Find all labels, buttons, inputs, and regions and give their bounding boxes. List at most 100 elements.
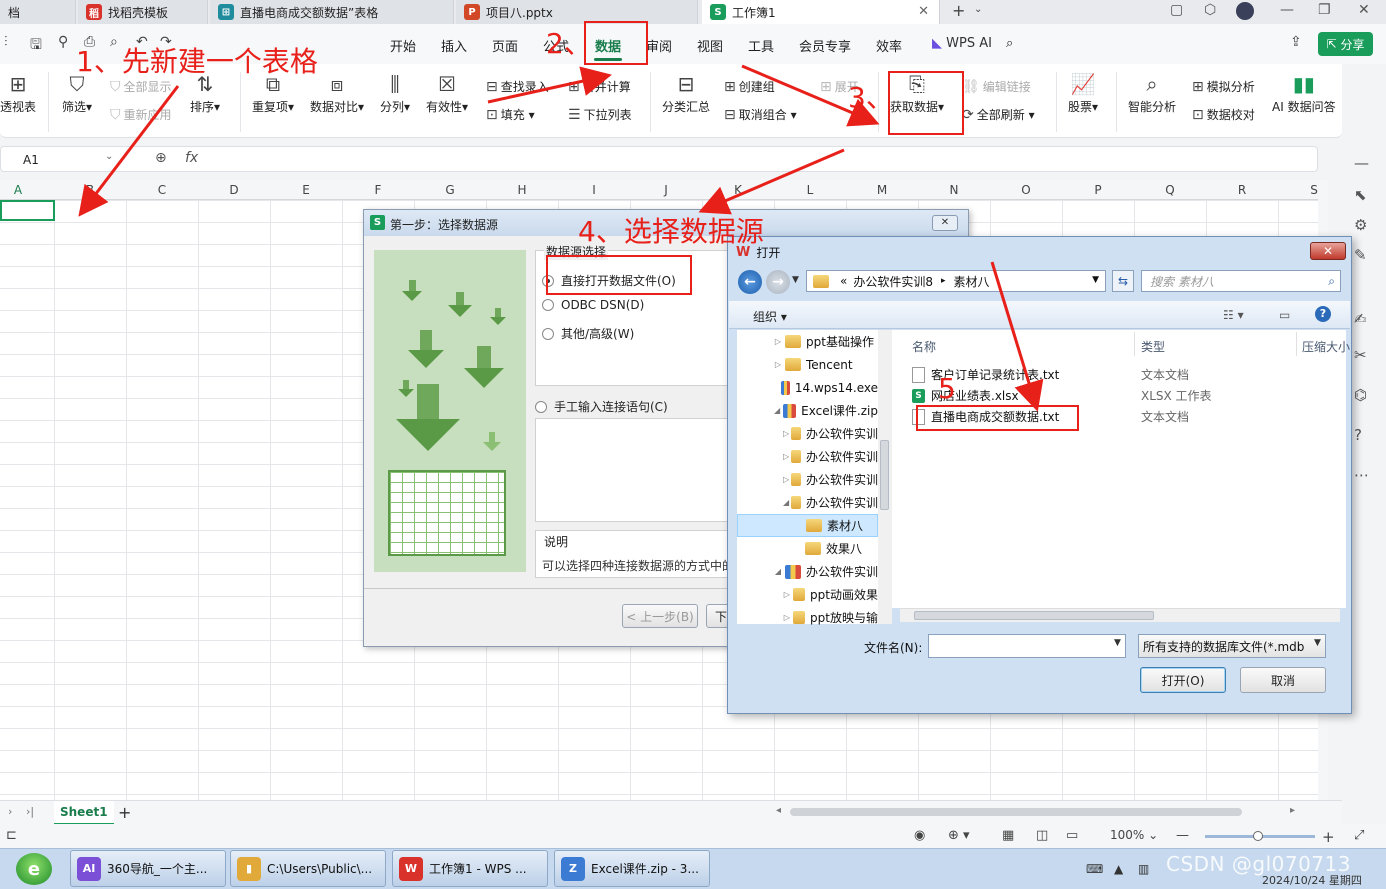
last-sheet-icon[interactable]: ›| (26, 805, 34, 818)
pointer-icon[interactable]: ⬉ (1354, 186, 1367, 204)
fullscreen-icon[interactable]: ⤢ (1354, 828, 1364, 843)
bookmark-icon[interactable]: ⌬ (1354, 386, 1367, 404)
name-box[interactable]: A1 (23, 153, 39, 167)
column-header-n[interactable]: N (918, 183, 990, 197)
tree-item[interactable]: ▷ Tencent (737, 353, 878, 376)
tab-live-sales-sheet[interactable]: ⊞ 直播电商成交额数据”表格 (210, 0, 454, 24)
scroll-thumb[interactable] (914, 611, 1154, 620)
expand-toggle-icon[interactable]: ◢ (783, 498, 789, 507)
draw-icon[interactable]: ✍ (1354, 310, 1367, 328)
tree-item[interactable]: ◢ 办公软件实训 (737, 491, 878, 514)
search-input[interactable]: 搜索 素材八 ⌕ (1141, 270, 1341, 292)
subtotal-button[interactable]: ⊟ 分类汇总 (662, 70, 710, 115)
taskbar-item[interactable]: AI 360导航_一个主... (70, 850, 226, 887)
ai-data-qa-button[interactable]: ▮▮ AI 数据问答 (1272, 70, 1336, 115)
column-header-f[interactable]: F (342, 183, 414, 197)
scroll-left-icon[interactable]: ◂ (776, 805, 781, 816)
show-all-button[interactable]: ⛉ 全部显示 (110, 78, 172, 95)
radio-manual-connection[interactable]: 手工输入连接语句(C) (535, 398, 668, 415)
cancel-button[interactable]: 取消 (1240, 667, 1326, 693)
active-cell-a1[interactable] (0, 200, 55, 221)
fx-icon[interactable]: fx (185, 150, 198, 166)
create-group-button[interactable]: ⊞ 创建组 (724, 78, 775, 95)
menu-review[interactable]: 审阅 (646, 36, 672, 55)
more-icon[interactable]: ⋯ (1354, 466, 1369, 484)
sheet-tab-sheet1[interactable]: Sheet1 (54, 801, 114, 825)
chevron-down-icon[interactable]: ▼ (1114, 638, 1121, 648)
keyboard-icon[interactable]: ⌨ (1086, 862, 1103, 876)
file-row[interactable]: S 网店业绩表.xlsx XLSX 工作表 (912, 385, 1332, 406)
column-header-g[interactable]: G (414, 183, 486, 197)
breadcrumb-item[interactable]: 素材八 (954, 273, 990, 290)
prev-step-button[interactable]: < 上一步(B) (622, 604, 698, 628)
taskbar-item[interactable]: ▮ C:\Users\Public\... (230, 850, 386, 887)
filename-input[interactable] (928, 634, 1126, 658)
column-header-l[interactable]: L (774, 183, 846, 197)
tab-workbook1[interactable]: S 工作簿1 ✕ (702, 0, 940, 24)
column-header-k[interactable]: K (702, 183, 774, 197)
data-check-button[interactable]: ⊡ 数据校对 (1192, 106, 1255, 123)
tree-item[interactable]: 素材八 (737, 514, 878, 537)
merge-calc-button[interactable]: ⊞ 合并计算 (568, 78, 631, 95)
sliders-icon[interactable]: ⚙ (1354, 216, 1367, 234)
column-type[interactable]: 类型 (1141, 338, 1165, 355)
expand-toggle-icon[interactable]: ▷ (783, 452, 789, 461)
search-icon[interactable]: ⌕ (1006, 36, 1013, 51)
stocks-button[interactable]: 📈 股票▾ (1068, 70, 1098, 115)
expand-toggle-icon[interactable]: ▷ (783, 429, 789, 438)
back-arrow-icon[interactable]: ← (738, 270, 762, 294)
ungroup-button[interactable]: ⊟ 取消组合 ▾ (724, 106, 797, 123)
file-row[interactable]: 客户订单记录统计表.txt 文本文档 (912, 364, 1332, 385)
maximize-icon[interactable]: ❐ (1318, 2, 1331, 18)
column-header-p[interactable]: P (1062, 183, 1134, 197)
tree-item[interactable]: 效果八 (737, 537, 878, 560)
column-header-r[interactable]: R (1206, 183, 1278, 197)
close-icon[interactable]: ✕ (1310, 242, 1346, 260)
menu-wps-ai[interactable]: ◣ WPS AI (932, 36, 992, 51)
simulation-button[interactable]: ⊞ 模拟分析 (1192, 78, 1255, 95)
close-icon[interactable]: ✕ (918, 4, 929, 19)
save-icon[interactable]: 🖫 (30, 34, 42, 58)
tree-item[interactable]: ▷ 办公软件实训 (737, 422, 878, 445)
reapply-button[interactable]: ⛉ 重新应用 (110, 106, 172, 123)
tree-item[interactable]: ▷ ppt动画效果 (737, 583, 878, 606)
page-view-icon[interactable]: ◫ (1036, 828, 1048, 843)
minimize-pane-icon[interactable]: — (1354, 154, 1369, 172)
cube-icon[interactable]: ⬡ (1204, 2, 1216, 18)
chevron-down-icon[interactable]: ▼ (1314, 638, 1321, 648)
restore-tabs-icon[interactable]: ▢ (1170, 2, 1183, 18)
column-header-c[interactable]: C (126, 183, 198, 197)
radio-odbc[interactable]: ODBC DSN(D) (542, 298, 644, 312)
taskbar-item[interactable]: W 工作簿1 - WPS ... (392, 850, 548, 887)
column-header-a[interactable]: A (0, 183, 36, 197)
zoom-in-icon[interactable]: + (1322, 828, 1335, 846)
expand-toggle-icon[interactable]: ▷ (773, 360, 783, 369)
horizontal-scrollbar[interactable] (790, 808, 1242, 816)
column-header-s[interactable]: S (1278, 183, 1350, 197)
tree-item[interactable]: 14.wps14.exe (737, 376, 878, 399)
breadcrumb-item[interactable]: 办公软件实训8 (853, 273, 933, 290)
expand-toggle-icon[interactable]: ▷ (783, 613, 791, 622)
menu-member[interactable]: 会员专享 (799, 36, 851, 55)
chevron-down-icon[interactable]: ▼ (1092, 275, 1099, 285)
tab-docer-templates[interactable]: 稻 找稻壳模板 (78, 0, 208, 24)
chevron-down-icon[interactable]: ▼ (792, 275, 799, 285)
tray-expand-icon[interactable]: ▲ (1114, 862, 1123, 876)
expand-toggle-icon[interactable]: ▷ (783, 590, 791, 599)
menu-insert[interactable]: 插入 (441, 36, 467, 55)
column-size[interactable]: 压缩大小 (1302, 338, 1350, 355)
network-icon[interactable]: ▥ (1138, 862, 1149, 876)
organize-button[interactable]: 组织 ▾ (753, 308, 787, 325)
column-header-o[interactable]: O (990, 183, 1062, 197)
tree-item[interactable]: ▷ ppt放映与输 (737, 606, 878, 629)
zoom-formula-icon[interactable]: ⊕ (155, 150, 167, 166)
view-options-icon[interactable]: ☷ ▾ (1223, 308, 1244, 322)
menu-home[interactable]: 开始 (390, 36, 416, 55)
tree-item[interactable]: ▷ 办公软件实训 (737, 445, 878, 468)
help-icon[interactable]: ? (1354, 426, 1362, 444)
share-button[interactable]: ⇱ 分享 (1318, 32, 1373, 56)
dropdown-list-button[interactable]: ☰ 下拉列表 (568, 106, 632, 123)
tools-icon[interactable]: ✂ (1354, 346, 1367, 364)
taskbar-item[interactable]: Z Excel课件.zip - 3... (554, 850, 710, 887)
column-header-q[interactable]: Q (1134, 183, 1206, 197)
